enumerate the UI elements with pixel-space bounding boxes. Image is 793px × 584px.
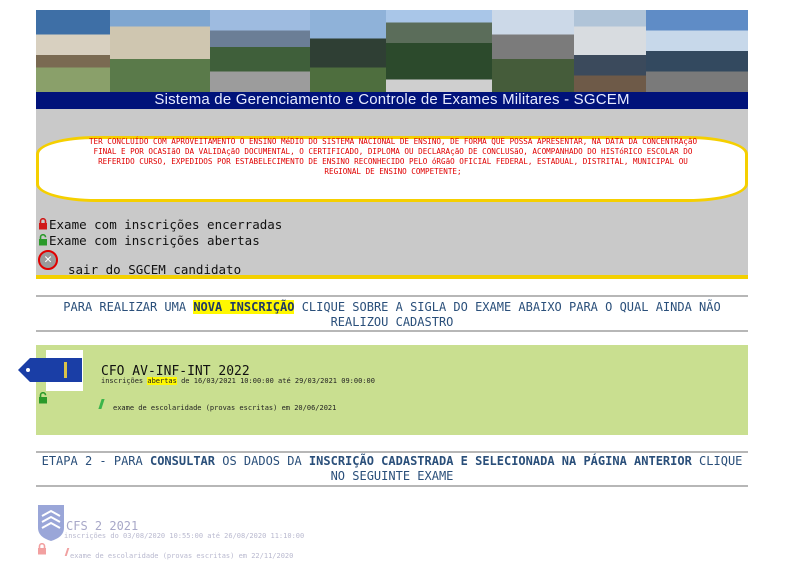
exam-open-dates-suffix: de 16/03/2021 10:00:00 até 29/03/2021 09…: [176, 377, 375, 385]
legend-open-label: Exame com inscrições abertas: [49, 233, 260, 248]
section2-text-b: CONSULTAR: [149, 454, 215, 468]
lock-open-icon: [39, 234, 47, 246]
rank-insignia-icon[interactable]: [18, 358, 82, 382]
exam-closed-written-date: exame de escolaridade (provas escritas) …: [70, 552, 294, 560]
section2-text-a: ETAPA 2 - PARA: [41, 454, 150, 468]
section2-rule-bottom: [36, 485, 748, 487]
header-banner: [36, 10, 748, 92]
shield-insignia-icon[interactable]: [37, 504, 65, 542]
lock-open-icon: [39, 392, 47, 404]
exam-closed-dates: inscrições do 03/08/2020 10:55:00 até 26…: [64, 532, 305, 540]
section1-text-a: PARA REALIZAR UMA: [63, 300, 194, 314]
exam-open-dates: inscrições abertas de 16/03/2021 10:00:0…: [101, 377, 375, 385]
lock-closed-icon: [38, 543, 46, 555]
exam-open-card[interactable]: [36, 345, 748, 435]
section1-highlight: NOVA INSCRIÇÃO: [193, 300, 295, 314]
section1-instructions: PARA REALIZAR UMA NOVA INSCRIÇÃO CLIQUE …: [36, 300, 748, 330]
exit-link[interactable]: sair do SGCEM candidato: [68, 262, 241, 277]
section2-text-c: OS DADOS DA: [215, 454, 309, 468]
exam-open-dates-prefix: inscrições: [101, 377, 148, 385]
section1-rule-bottom: [36, 330, 748, 332]
section2-text-d: INSCRIÇÃO CADASTRADA E SELECIONADA NA PÁ…: [308, 454, 692, 468]
exit-icon[interactable]: ✕: [38, 250, 58, 270]
legend-open: Exame com inscrições abertas: [38, 233, 260, 248]
section1-text-b: CLIQUE SOBRE A SIGLA DO EXAME ABAIXO PAR…: [294, 300, 721, 329]
pencil-icon: [64, 548, 70, 556]
legend-closed-label: Exame com inscrições encerradas: [49, 217, 283, 232]
section2-rule-top: [36, 451, 748, 453]
lock-closed-icon: [39, 218, 47, 230]
notice-text: TER CONCLUÍDO COM APROVEITAMENTO O ENSIN…: [88, 137, 698, 176]
section1-rule-top: [36, 295, 748, 297]
section2-instructions: ETAPA 2 - PARA CONSULTAR OS DADOS DA INS…: [36, 454, 748, 484]
system-title: Sistema de Gerenciamento e Controle de E…: [154, 91, 630, 108]
exam-open-written-date: exame de escolaridade (provas escritas) …: [113, 404, 337, 412]
exam-closed-title[interactable]: CFS 2 2021: [66, 519, 138, 533]
system-title-bar: Sistema de Gerenciamento e Controle de E…: [36, 91, 748, 109]
legend-closed: Exame com inscrições encerradas: [38, 217, 282, 232]
exam-open-status: abertas: [147, 377, 177, 385]
